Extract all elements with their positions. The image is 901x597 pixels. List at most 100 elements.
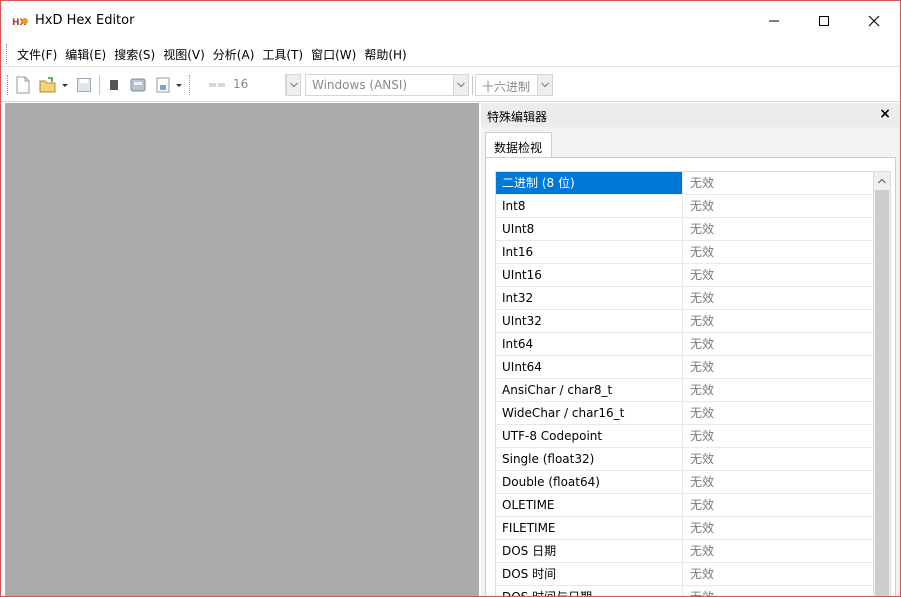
toolbar-separator [99,75,100,95]
data-inspector-grid[interactable]: 二进制 (8 位) 无效 Int8 无效 UInt8 无效 Int16 无效 U… [495,171,874,596]
row-value[interactable]: 无效 [684,333,873,355]
chevron-down-icon [453,75,468,95]
bytes-per-row-icon [207,76,227,94]
row-type: DOS 时间与日期 [496,586,683,596]
row-value[interactable]: 无效 [684,494,873,516]
row-value[interactable]: 无效 [684,563,873,585]
row-value[interactable]: 无效 [684,471,873,493]
row-type: WideChar / char16_t [496,402,683,424]
row-type: UInt32 [496,310,683,332]
table-row[interactable]: OLETIME 无效 [496,494,873,517]
row-value[interactable]: 无效 [684,356,873,378]
row-type: DOS 日期 [496,540,683,562]
hxd-window: HX HxD Hex Editor 文件(F) 编辑(E) 搜索(S) 视图(V… [0,0,901,597]
minimize-button[interactable] [751,1,797,41]
row-value[interactable]: 无效 [684,586,873,596]
menu-analysis[interactable]: 分析(A) [209,46,259,63]
toolbar-grip[interactable] [7,75,10,95]
charset-value: Windows (ANSI) [312,78,408,92]
close-icon [868,15,880,27]
row-value[interactable]: 无效 [684,218,873,240]
offset-base-select[interactable]: 十六进制 [475,74,553,96]
table-row[interactable]: Int8 无效 [496,195,873,218]
table-row[interactable]: DOS 时间与日期 无效 [496,586,873,596]
open-dropdown-icon[interactable] [61,76,69,94]
offset-base-value: 十六进制 [482,80,531,94]
row-type: FILETIME [496,517,683,539]
disk-image-icon[interactable] [155,76,171,94]
menu-view[interactable]: 视图(V) [159,46,209,63]
toolbar-separator [472,75,473,95]
row-value[interactable]: 无效 [684,241,873,263]
row-value[interactable]: 无效 [684,540,873,562]
table-row[interactable]: Int16 无效 [496,241,873,264]
scrollbar-thumb[interactable] [875,190,889,596]
editor-workspace[interactable] [5,103,479,596]
toolbar-grip-2[interactable] [189,75,192,95]
new-file-icon[interactable] [15,76,31,94]
bytes-per-row-dropdown[interactable] [285,74,301,96]
panel-close-icon[interactable]: × [879,106,891,122]
panel-body: 数据检视 二进制 (8 位) 无效 Int8 无效 UInt8 无效 Int16… [481,127,900,596]
menu-tools[interactable]: 工具(T) [258,46,307,63]
row-type: OLETIME [496,494,683,516]
save-icon[interactable] [76,76,92,94]
table-row[interactable]: Single (float32) 无效 [496,448,873,471]
table-row[interactable]: UInt64 无效 [496,356,873,379]
table-row[interactable]: DOS 日期 无效 [496,540,873,563]
row-value[interactable]: 无效 [684,517,873,539]
row-type: Int8 [496,195,683,217]
window-title: HxD Hex Editor [35,13,135,28]
open-file-icon[interactable] [39,76,57,94]
image-dropdown-icon[interactable] [175,76,183,94]
row-type: Double (float64) [496,471,683,493]
row-value[interactable]: 无效 [684,402,873,424]
disk-icon[interactable] [129,76,147,94]
row-type: UInt64 [496,356,683,378]
row-type: 二进制 (8 位) [496,172,683,194]
table-row[interactable]: DOS 时间 无效 [496,563,873,586]
maximize-button[interactable] [801,1,847,41]
row-value[interactable]: 无效 [684,310,873,332]
row-value[interactable]: 无效 [684,379,873,401]
table-row[interactable]: AnsiChar / char8_t 无效 [496,379,873,402]
memory-icon[interactable] [107,76,121,94]
menu-window[interactable]: 窗口(W) [307,46,360,63]
maximize-icon [818,15,830,27]
row-value[interactable]: 无效 [684,195,873,217]
menu-search[interactable]: 搜索(S) [110,46,159,63]
table-row[interactable]: UInt16 无效 [496,264,873,287]
table-row[interactable]: 二进制 (8 位) 无效 [496,172,873,195]
table-row[interactable]: FILETIME 无效 [496,517,873,540]
panel-title: 特殊编辑器 [487,110,548,124]
row-type: Int32 [496,287,683,309]
data-inspector-page: 二进制 (8 位) 无效 Int8 无效 UInt8 无效 Int16 无效 U… [485,157,896,596]
row-type: UTF-8 Codepoint [496,425,683,447]
row-value[interactable]: 无效 [684,172,873,194]
table-row[interactable]: UTF-8 Codepoint 无效 [496,425,873,448]
table-row[interactable]: Int64 无效 [496,333,873,356]
row-value[interactable]: 无效 [684,425,873,447]
menu-file[interactable]: 文件(F) [13,46,61,63]
table-row[interactable]: UInt8 无效 [496,218,873,241]
close-button[interactable] [851,1,897,41]
charset-select[interactable]: Windows (ANSI) [305,74,469,96]
menu-grip[interactable] [6,44,9,64]
table-row[interactable]: UInt32 无效 [496,310,873,333]
chevron-down-icon [286,75,300,95]
row-value[interactable]: 无效 [684,264,873,286]
tab-data-inspector[interactable]: 数据检视 [485,132,552,158]
menu-edit[interactable]: 编辑(E) [61,46,110,63]
row-value[interactable]: 无效 [684,448,873,470]
menu-bar: 文件(F) 编辑(E) 搜索(S) 视图(V) 分析(A) 工具(T) 窗口(W… [1,41,900,67]
bytes-per-row-value[interactable]: 16 [233,77,255,95]
table-row[interactable]: WideChar / char16_t 无效 [496,402,873,425]
scroll-up-icon[interactable] [874,172,890,189]
row-type: Int64 [496,333,683,355]
vertical-scrollbar[interactable] [874,171,891,596]
table-row[interactable]: Double (float64) 无效 [496,471,873,494]
title-bar[interactable]: HX HxD Hex Editor [1,1,900,41]
menu-help[interactable]: 帮助(H) [360,46,410,63]
row-value[interactable]: 无效 [684,287,873,309]
table-row[interactable]: Int32 无效 [496,287,873,310]
